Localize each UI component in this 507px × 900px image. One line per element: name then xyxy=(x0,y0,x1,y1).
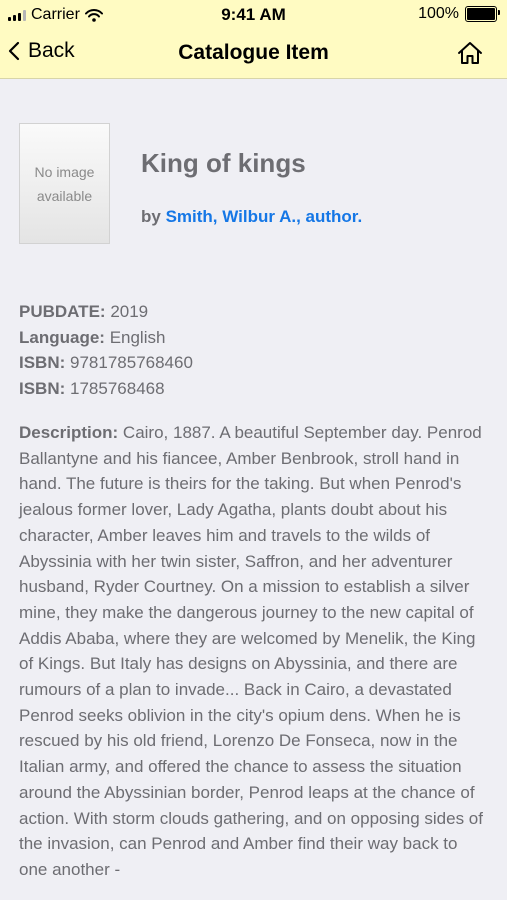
page-title: Catalogue Item xyxy=(178,41,329,64)
details-block: PUBDATE: 2019 Language: English ISBN: 97… xyxy=(19,299,489,401)
isbn-row: ISBN: 1785768468 xyxy=(19,376,489,402)
item-title: King of kings xyxy=(141,148,306,178)
isbn-label: ISBN: xyxy=(19,353,66,372)
back-label: Back xyxy=(28,39,75,62)
battery-percent: 100% xyxy=(418,5,459,22)
home-icon[interactable] xyxy=(457,41,483,65)
pubdate-label: PUBDATE: xyxy=(19,302,106,321)
language-label: Language: xyxy=(19,327,105,347)
by-prefix: by xyxy=(141,207,161,226)
no-image-text: No image available xyxy=(34,163,95,204)
pubdate-value: 2019 xyxy=(110,302,149,321)
description-label: Description: xyxy=(19,423,119,442)
back-button[interactable]: Back xyxy=(8,39,75,63)
isbn-label: ISBN: xyxy=(19,378,66,398)
cover-image-placeholder: No image available xyxy=(19,123,110,244)
author-line: by Smith, Wilbur A., author. xyxy=(141,207,362,227)
isbn13-value: 9781785768460 xyxy=(70,353,193,372)
nav-bar: Back Catalogue Item xyxy=(0,30,507,79)
language-value: English xyxy=(109,327,166,347)
isbn-row: ISBN: 9781785768460 xyxy=(19,350,489,376)
status-bar: Carrier 9:41 AM 100% xyxy=(0,0,507,30)
author-link[interactable]: Smith, Wilbur A., author. xyxy=(166,207,363,226)
pubdate-row: PUBDATE: 2019 xyxy=(19,299,489,325)
description-text: Cairo, 1887. A beautiful September day. … xyxy=(19,423,483,879)
chevron-left-icon xyxy=(8,41,20,61)
language-row: Language: English xyxy=(19,325,489,351)
status-right: 100% xyxy=(418,5,500,23)
battery-icon xyxy=(465,6,500,22)
description-block: Description: Cairo, 1887. A beautiful Se… xyxy=(19,420,489,883)
isbn10-value: 1785768468 xyxy=(70,378,165,398)
